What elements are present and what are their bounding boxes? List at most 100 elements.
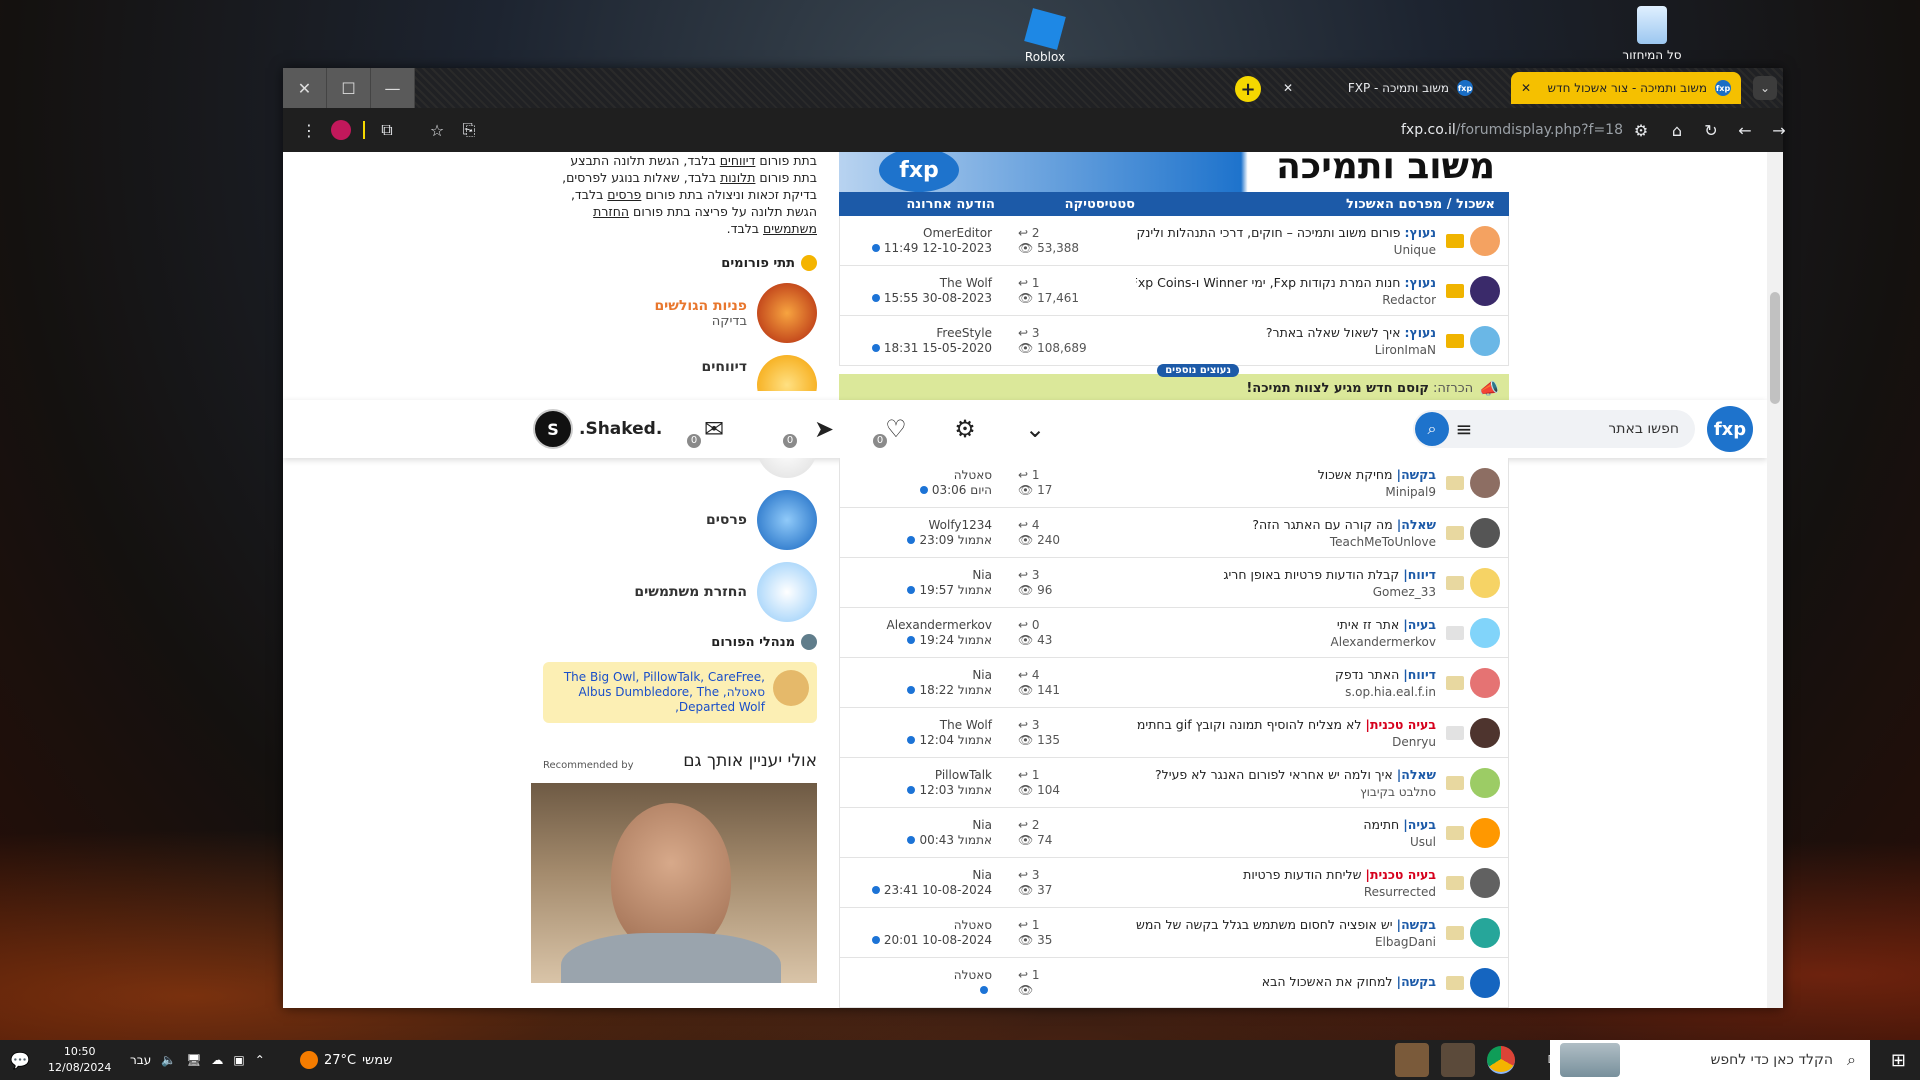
thread-row[interactable]: נעוץ: חנות המרת נקודות Fxp, ימי Winner ו… (839, 266, 1509, 316)
close-tab-icon[interactable]: ✕ (1283, 81, 1293, 95)
thread-author[interactable]: Denryu (1136, 735, 1436, 749)
link-user-recovery[interactable]: משתמשים (763, 221, 817, 236)
go-to-last-post-icon[interactable] (907, 835, 916, 844)
back-icon[interactable]: ← (1729, 114, 1761, 146)
last-post-user[interactable]: OmerEditor (840, 226, 992, 241)
taskbar-app-2[interactable] (1441, 1043, 1475, 1077)
thread-author-avatar[interactable] (1470, 667, 1500, 698)
go-to-last-post-icon[interactable] (907, 535, 916, 544)
site-search[interactable]: חפשו באתר ≡ ⌕ (1413, 410, 1695, 448)
thread-author[interactable]: Resurrected (1136, 885, 1436, 899)
thread-row[interactable]: בקשה| למחוק את האשכול הבא ↩ 1 👁 סאטלה (839, 958, 1509, 1008)
thread-row[interactable]: בקשה| מחיקת אשכול Minipal9 ↩ 1 👁 17 סאטל… (839, 458, 1509, 508)
chevron-down-icon[interactable]: ⌄ (1018, 412, 1052, 446)
thread-title[interactable]: איך ולמה יש אחראי לפורום האנגר לא פעיל? (1155, 767, 1393, 782)
last-post-user[interactable]: The Wolf (840, 718, 992, 733)
more-sticky-button[interactable]: נעוצים נוספים (1157, 364, 1239, 377)
thread-row[interactable]: נעוץ: פורום משוב ותמיכה – חוקים, דרכי הת… (839, 216, 1509, 266)
thread-author-avatar[interactable] (1470, 517, 1500, 548)
reload-icon[interactable]: ↻ (1695, 114, 1727, 146)
start-windows-icon[interactable]: ⊞ (1891, 1050, 1906, 1071)
last-post-user[interactable]: סאטלה (840, 968, 992, 983)
recommended-image[interactable] (531, 783, 817, 983)
subforum-item[interactable]: פרסים (535, 484, 825, 556)
gear-icon[interactable]: ⚙ (948, 412, 982, 446)
last-post-user[interactable]: Nia (840, 568, 992, 583)
taskbar-app-1[interactable] (1395, 1043, 1429, 1077)
last-post-user[interactable]: PillowTalk (840, 768, 992, 783)
go-to-last-post-icon[interactable] (907, 785, 916, 794)
thread-title[interactable]: יש אופציה לחסום משתמש בגלל בקשה של המשתמ… (1136, 917, 1393, 932)
thread-title[interactable]: קבלת הודעות פרטיות באופן חריג (1223, 567, 1399, 582)
maximize-window-button[interactable]: ☐ (327, 68, 371, 108)
volume-icon[interactable]: 🔈 (161, 1053, 176, 1067)
fxp-logo[interactable]: fxp (1707, 406, 1753, 452)
thread-title[interactable]: פורום משוב ותמיכה – חוקים, דרכי התנהלות … (1136, 225, 1400, 240)
subforum-item[interactable]: דיווחים (535, 349, 825, 391)
thread-title[interactable]: לא מצליח להוסיף תמונה וקובץ gif בחתימה (1136, 717, 1361, 732)
thread-row[interactable]: בעיה| אתר זז איתי Alexandermerkov ↩ 0 👁 … (839, 608, 1509, 658)
extensions-icon[interactable]: ⧉ (371, 114, 403, 146)
search-input[interactable]: חפשו באתר (1479, 421, 1695, 437)
mail-icon[interactable]: ✉ (697, 412, 731, 446)
thread-author-avatar[interactable] (1470, 467, 1500, 498)
thread-title[interactable]: חנות המרת נקודות Fxp, ימי Winner ו-Fxp C… (1136, 275, 1400, 290)
recycle-bin-desktop-icon[interactable]: סל המיחזור (1612, 6, 1692, 62)
moderators-list[interactable]: The Big Owl, PillowTalk, CareFree, Albus… (551, 670, 765, 715)
minimize-window-button[interactable]: — (371, 68, 415, 108)
language-indicator[interactable]: עבר (130, 1053, 151, 1067)
go-to-last-post-icon[interactable] (980, 985, 988, 994)
network-icon[interactable]: 🖥 (186, 1053, 201, 1067)
thread-title[interactable]: מחיקת אשכול (1318, 467, 1393, 482)
link-user-recovery[interactable]: החזרת (593, 204, 629, 219)
notifications-icon[interactable]: 💬 (10, 1051, 30, 1070)
subforum-name[interactable]: החזרת משתמשים (634, 584, 747, 600)
thread-author[interactable]: Redactor (1136, 293, 1436, 307)
thread-author[interactable]: LironImaN (1136, 343, 1436, 357)
subforum-name[interactable]: פרסים (706, 512, 747, 528)
subforum-name[interactable]: פניות הגולשים (654, 298, 747, 314)
thread-author-avatar[interactable] (1470, 617, 1500, 648)
thread-title[interactable]: מה קורה עם האתגר הזה? (1252, 517, 1392, 532)
thread-row[interactable]: בקשה| יש אופציה לחסום משתמש בגלל בקשה של… (839, 908, 1509, 958)
thread-row[interactable]: דיווח| האתר נדפק s.op.hia.eal.f.in ↩ 4 👁… (839, 658, 1509, 708)
announcement-bar[interactable]: נעוצים נוספים 📣 הכרזה: קוסם חדש מגיע לצו… (839, 364, 1509, 402)
thread-author-avatar[interactable] (1470, 967, 1500, 998)
thread-row[interactable]: בעיה טכנית| שליחת הודעות פרטיות Resurrec… (839, 858, 1509, 908)
subforum-item[interactable]: פניות הגולשים בדיקה (535, 277, 825, 349)
go-to-last-post-icon[interactable] (871, 293, 880, 302)
thread-title[interactable]: למחוק את האשכול הבא (1262, 974, 1393, 989)
thread-author[interactable]: Unique (1136, 243, 1436, 257)
taskbar-clock[interactable]: 10:50 12/08/2024 (48, 1044, 111, 1076)
send-icon[interactable]: ➤ (807, 412, 841, 446)
thread-row[interactable]: שאלה| מה קורה עם האתגר הזה? TeachMeToUnl… (839, 508, 1509, 558)
last-post-user[interactable]: סאטלה (840, 468, 992, 483)
new-tab-button[interactable]: + (1235, 76, 1261, 102)
thread-author[interactable]: TeachMeToUnlove (1136, 535, 1436, 549)
go-to-last-post-icon[interactable] (907, 685, 916, 694)
link-prizes[interactable]: פרסים (607, 187, 641, 202)
site-settings-icon[interactable]: ⚙ (1625, 114, 1657, 146)
last-post-user[interactable]: Alexandermerkov (840, 618, 992, 633)
thread-row[interactable]: שאלה| איך ולמה יש אחראי לפורום האנגר לא … (839, 758, 1509, 808)
thread-row[interactable]: בעיה טכנית| לא מצליח להוסיף תמונה וקובץ … (839, 708, 1509, 758)
thread-row[interactable]: דיווח| קבלת הודעות פרטיות באופן חריג Gom… (839, 558, 1509, 608)
subforum-name[interactable]: דיווחים (702, 359, 747, 375)
last-post-user[interactable]: Wolfy1234 (840, 518, 993, 533)
address-bar[interactable]: fxp.co.il/forumdisplay.php?f=18 (1401, 122, 1623, 138)
thread-title[interactable]: חתימה (1363, 817, 1399, 832)
tab-search-chevron-icon[interactable]: ⌄ (1753, 76, 1777, 100)
scrollbar-thumb[interactable] (1770, 292, 1780, 404)
user-menu[interactable]: S .Shaked. (533, 409, 662, 449)
thread-title[interactable]: איך לשאול שאלה באתר? (1266, 325, 1401, 340)
subforum-item[interactable]: החזרת משתמשים (535, 556, 825, 628)
thread-author-avatar[interactable] (1470, 717, 1500, 748)
recommended-by[interactable]: Recommended by (543, 760, 634, 771)
search-icon[interactable]: ⌕ (1415, 412, 1449, 446)
home-icon[interactable]: ⌂ (1661, 114, 1693, 146)
thread-author-avatar[interactable] (1470, 817, 1500, 848)
link-reports[interactable]: דיווחים (720, 153, 756, 168)
thread-author-avatar[interactable] (1470, 917, 1500, 948)
taskbar-search-input[interactable]: הקלד כאן כדי לחפש (1710, 1052, 1833, 1068)
subforum-item[interactable] (535, 458, 825, 484)
